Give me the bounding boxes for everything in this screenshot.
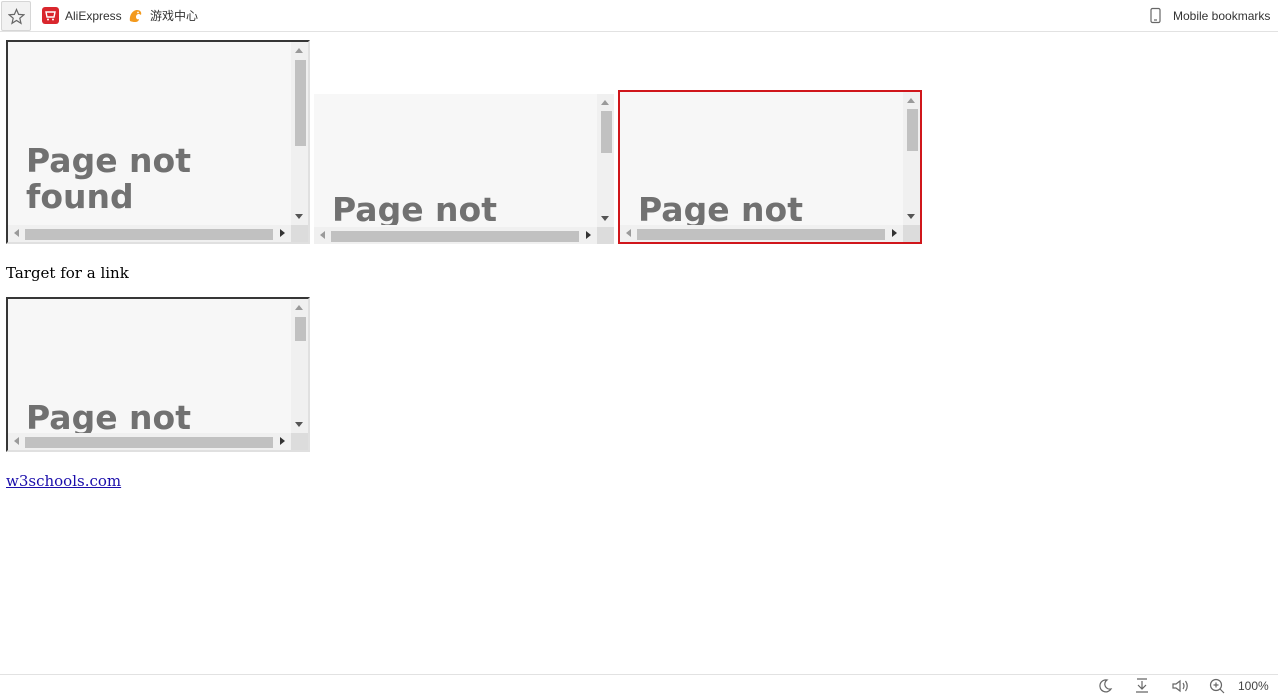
vertical-scrollbar[interactable] [291, 299, 308, 433]
scroll-right-arrow-icon[interactable] [586, 231, 591, 239]
scroll-corner [597, 227, 614, 244]
vertical-scrollbar[interactable] [903, 92, 920, 225]
bookmarks-bar: AliExpress 游戏中心 Mobile bookmarks [0, 0, 1278, 32]
target-for-link-text: Target for a link [6, 264, 129, 282]
scroll-thumb[interactable] [601, 111, 612, 153]
iframe-1[interactable]: Page not found [6, 40, 310, 244]
scroll-left-arrow-icon[interactable] [14, 437, 19, 445]
iframe-2[interactable]: Page not [314, 94, 614, 244]
bookmark-label: 游戏中心 [150, 9, 199, 23]
scroll-right-arrow-icon[interactable] [280, 229, 285, 237]
scroll-thumb[interactable] [295, 317, 306, 341]
scroll-corner [903, 225, 920, 242]
iframe-4[interactable]: Page not [6, 297, 310, 452]
zoom-icon[interactable] [1208, 678, 1226, 694]
scroll-down-arrow-icon[interactable] [907, 214, 915, 219]
star-icon [8, 8, 25, 25]
download-icon[interactable] [1133, 678, 1151, 694]
scroll-thumb[interactable] [331, 231, 579, 242]
status-bar: 100% [0, 674, 1278, 696]
vertical-scrollbar[interactable] [597, 94, 614, 227]
scroll-thumb[interactable] [295, 60, 306, 146]
scroll-right-arrow-icon[interactable] [892, 229, 897, 237]
horizontal-scrollbar[interactable] [314, 227, 597, 244]
w3schools-link[interactable]: w3schools.com [6, 472, 121, 490]
mobile-bookmarks[interactable]: Mobile bookmarks [1147, 7, 1275, 25]
scroll-thumb[interactable] [637, 229, 885, 240]
frame-page-not-found-text: Page not found [26, 141, 191, 216]
frame-page-not-text: Page not [638, 192, 803, 225]
scroll-thumb[interactable] [25, 229, 273, 240]
vertical-scrollbar[interactable] [291, 42, 308, 225]
scroll-up-arrow-icon[interactable] [907, 98, 915, 103]
frame-page-not-text: Page not [332, 192, 497, 225]
scroll-up-arrow-icon[interactable] [295, 48, 303, 53]
scroll-up-arrow-icon[interactable] [601, 100, 609, 105]
mobile-bookmarks-label: Mobile bookmarks [1173, 9, 1271, 23]
zoom-level[interactable]: 100% [1238, 679, 1269, 693]
scroll-thumb[interactable] [907, 109, 918, 151]
scroll-left-arrow-icon[interactable] [626, 229, 631, 237]
scroll-right-arrow-icon[interactable] [280, 437, 285, 445]
scroll-down-arrow-icon[interactable] [295, 214, 303, 219]
bookmark-aliexpress[interactable]: AliExpress [42, 7, 122, 25]
scroll-left-arrow-icon[interactable] [14, 229, 19, 237]
bookmark-star-button[interactable] [1, 1, 31, 31]
game-center-icon [127, 7, 144, 24]
scroll-left-arrow-icon[interactable] [320, 231, 325, 239]
scroll-corner [291, 225, 308, 242]
scroll-thumb[interactable] [25, 437, 273, 448]
bookmark-game-center[interactable]: 游戏中心 [127, 7, 207, 25]
iframe-3[interactable]: Page not [618, 90, 922, 244]
scroll-corner [291, 433, 308, 450]
frame-page-not-text: Page not [26, 400, 191, 433]
aliexpress-icon [42, 7, 59, 24]
mobile-icon [1147, 7, 1164, 24]
night-mode-icon[interactable] [1096, 678, 1114, 694]
bookmark-label: AliExpress [65, 9, 122, 23]
scroll-down-arrow-icon[interactable] [601, 216, 609, 221]
scroll-up-arrow-icon[interactable] [295, 305, 303, 310]
horizontal-scrollbar[interactable] [8, 225, 291, 242]
scroll-down-arrow-icon[interactable] [295, 422, 303, 427]
sound-icon[interactable] [1171, 678, 1189, 694]
horizontal-scrollbar[interactable] [8, 433, 291, 450]
horizontal-scrollbar[interactable] [620, 225, 903, 242]
